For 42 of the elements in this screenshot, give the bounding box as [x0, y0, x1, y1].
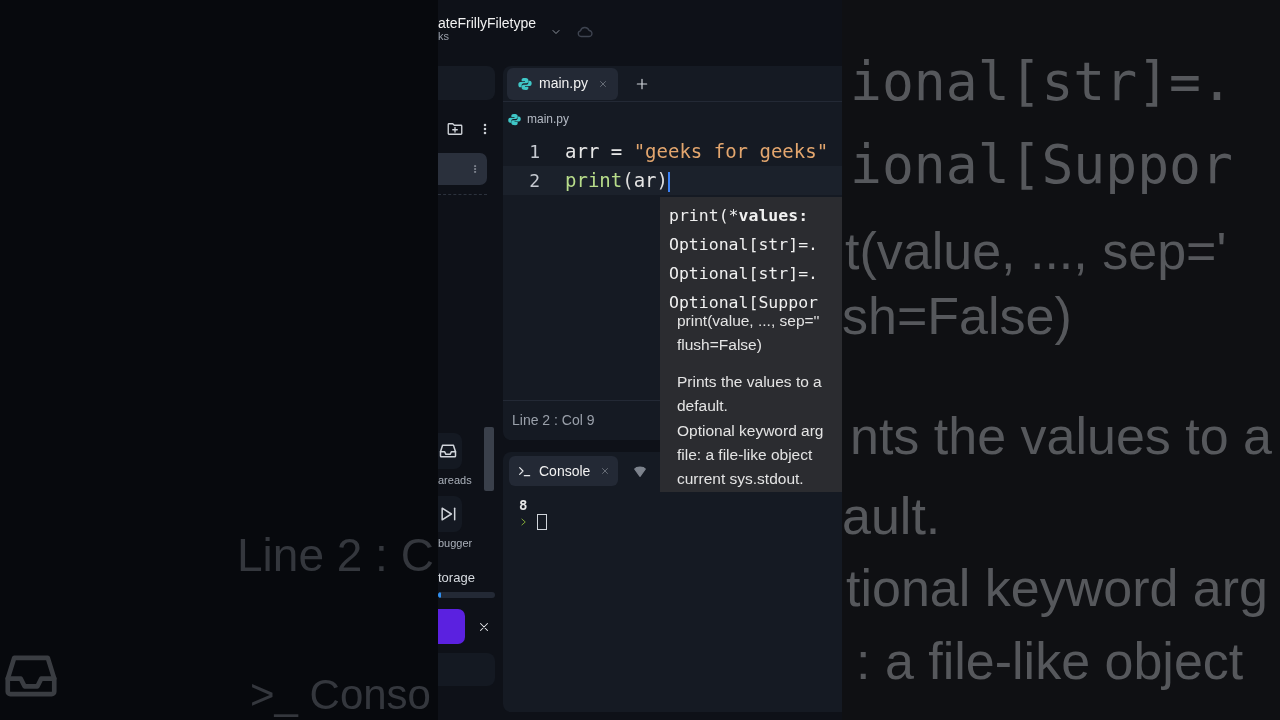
doc-text: default. — [677, 396, 729, 417]
doc-text: Prints the values to a — [677, 371, 823, 392]
doc-text: print(value, ..., sep='' — [677, 311, 821, 331]
console-output: 8 — [519, 496, 529, 514]
signature-line: Optional[str]=. — [669, 234, 819, 256]
tool-button[interactable] — [438, 496, 462, 532]
scrollbar-thumb[interactable] — [484, 427, 494, 491]
input-cursor[interactable] — [537, 514, 547, 530]
upgrade-button[interactable] — [438, 609, 465, 644]
storage-label: torage — [438, 571, 476, 584]
signature-line: Optional[Suppor — [669, 292, 819, 314]
close-icon — [600, 466, 611, 476]
breadcrumb[interactable]: main.py — [527, 110, 570, 128]
doc-text: flush=False) — [677, 335, 763, 356]
python-icon — [517, 75, 533, 92]
step-icon — [438, 504, 458, 524]
code-line: arr = "geeks for geeks" — [565, 139, 829, 165]
backdrop-text: ault. — [842, 490, 941, 542]
backdrop-text: ional[str]=. — [850, 55, 1233, 108]
project-title[interactable]: ateFrillyFiletype — [438, 16, 537, 30]
doc-text: file: a file-like object — [677, 445, 814, 466]
console-tab[interactable]: Console — [509, 456, 619, 486]
text-cursor — [668, 171, 670, 192]
doc-text: current sys.stdout. — [677, 469, 805, 490]
cursor-position: Line 2 : Col 9 — [512, 411, 595, 430]
inbox-icon — [438, 441, 458, 461]
tool-button[interactable] — [438, 433, 462, 469]
tool-label: areads — [438, 475, 472, 486]
code-line: print(ar) — [565, 168, 670, 194]
close-icon — [598, 78, 609, 89]
file-tab[interactable]: main.py — [507, 67, 619, 100]
python-icon — [507, 111, 522, 127]
prompt-icon — [519, 517, 529, 527]
line-number: 1 — [528, 140, 540, 164]
backdrop-text: nts the values to a — [850, 410, 1273, 462]
doc-text: Optional keyword arg — [677, 420, 825, 441]
line-number: 2 — [528, 169, 540, 193]
project-owner: ks — [438, 31, 449, 42]
signature-line: print(*values: — [669, 205, 810, 227]
add-folder-icon — [446, 120, 464, 138]
tool-label: bugger — [438, 538, 473, 549]
signature-line: Optional[str]=. — [669, 263, 819, 285]
